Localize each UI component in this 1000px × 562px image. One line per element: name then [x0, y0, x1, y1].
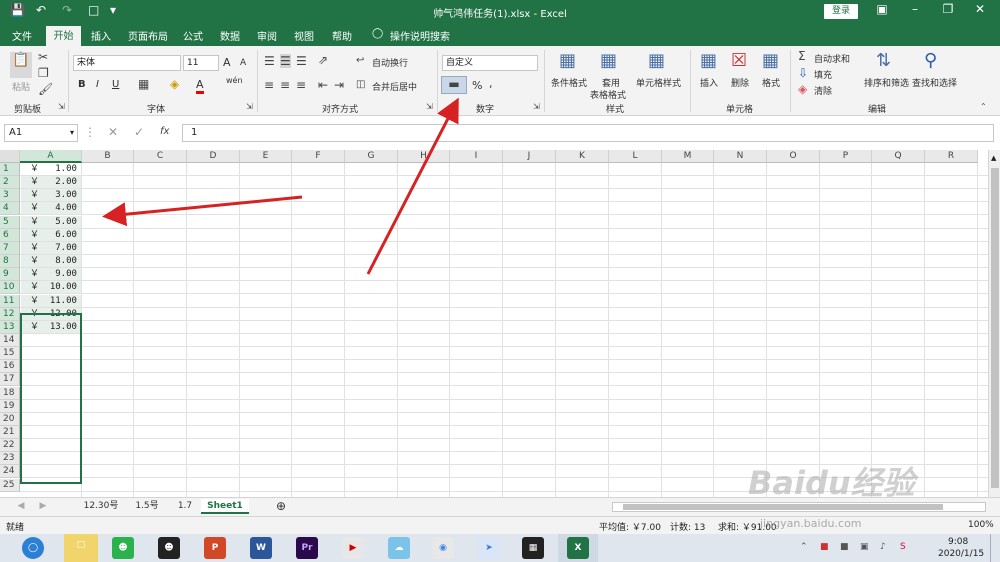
tray-app-icon[interactable]: ■	[820, 542, 829, 552]
chrome-icon[interactable]: ◉	[432, 537, 454, 559]
qq-icon[interactable]: ☻	[158, 537, 180, 559]
sheet-next-icon[interactable]: ▶	[36, 499, 50, 514]
status-average: 平均值: ￥7.00	[599, 523, 661, 533]
watermark-url: jingyan.baidu.com	[760, 517, 862, 530]
watermark: Baidu经验	[748, 464, 915, 502]
scroll-thumb[interactable]	[623, 504, 943, 510]
taskbar: ◯ □ ☻ ☻ P W Pr ▶ ☁ ◉ ➤ ▦ X ⌃ ■ ■ ▣ ♪ S 9…	[0, 534, 1000, 562]
premiere-icon[interactable]: Pr	[296, 537, 318, 559]
show-desktop-button[interactable]	[990, 534, 994, 562]
status-count: 计数: 13	[670, 523, 706, 533]
status-ready: 就绪	[6, 523, 25, 533]
powerpoint-icon[interactable]: P	[204, 537, 226, 559]
sheet-tab-active[interactable]: Sheet1	[201, 499, 249, 514]
sheet-tab[interactable]: 1.5号	[130, 499, 164, 514]
arrow-to-accounting-format	[366, 97, 459, 275]
browser-app-icon[interactable]: ◯	[22, 537, 44, 559]
clock-time[interactable]: 9:08	[948, 537, 968, 547]
excel-taskbar-button[interactable]: X	[558, 534, 598, 562]
volume-icon[interactable]: ♪	[880, 542, 886, 552]
zoom-level[interactable]: 100%	[968, 520, 994, 530]
file-explorer-icon[interactable]: □	[64, 534, 98, 562]
wechat-icon[interactable]: ☻	[112, 537, 134, 559]
network-icon[interactable]: ▣	[860, 542, 869, 552]
messenger-app-icon[interactable]: ☁	[388, 537, 410, 559]
tray-expand-icon[interactable]: ⌃	[800, 542, 808, 552]
media-player-icon[interactable]: ▦	[522, 537, 544, 559]
clock-date[interactable]: 2020/1/15	[938, 549, 984, 559]
excel-icon: X	[567, 537, 589, 559]
sheet-tab[interactable]: 1.7	[170, 499, 200, 514]
sheet-prev-icon[interactable]: ◀	[14, 499, 28, 514]
word-icon[interactable]: W	[250, 537, 272, 559]
arrow-to-cells	[102, 195, 303, 227]
video-app-icon[interactable]: ▶	[342, 537, 364, 559]
tray-app-icon[interactable]: ■	[840, 542, 849, 552]
ime-icon[interactable]: S	[900, 542, 906, 552]
system-tray: ⌃ ■ ■ ▣ ♪ S	[800, 542, 930, 554]
add-sheet-icon[interactable]: ⊕	[272, 499, 290, 514]
sheet-tab[interactable]: 12.30号	[76, 499, 126, 514]
feishu-icon[interactable]: ➤	[478, 537, 500, 559]
